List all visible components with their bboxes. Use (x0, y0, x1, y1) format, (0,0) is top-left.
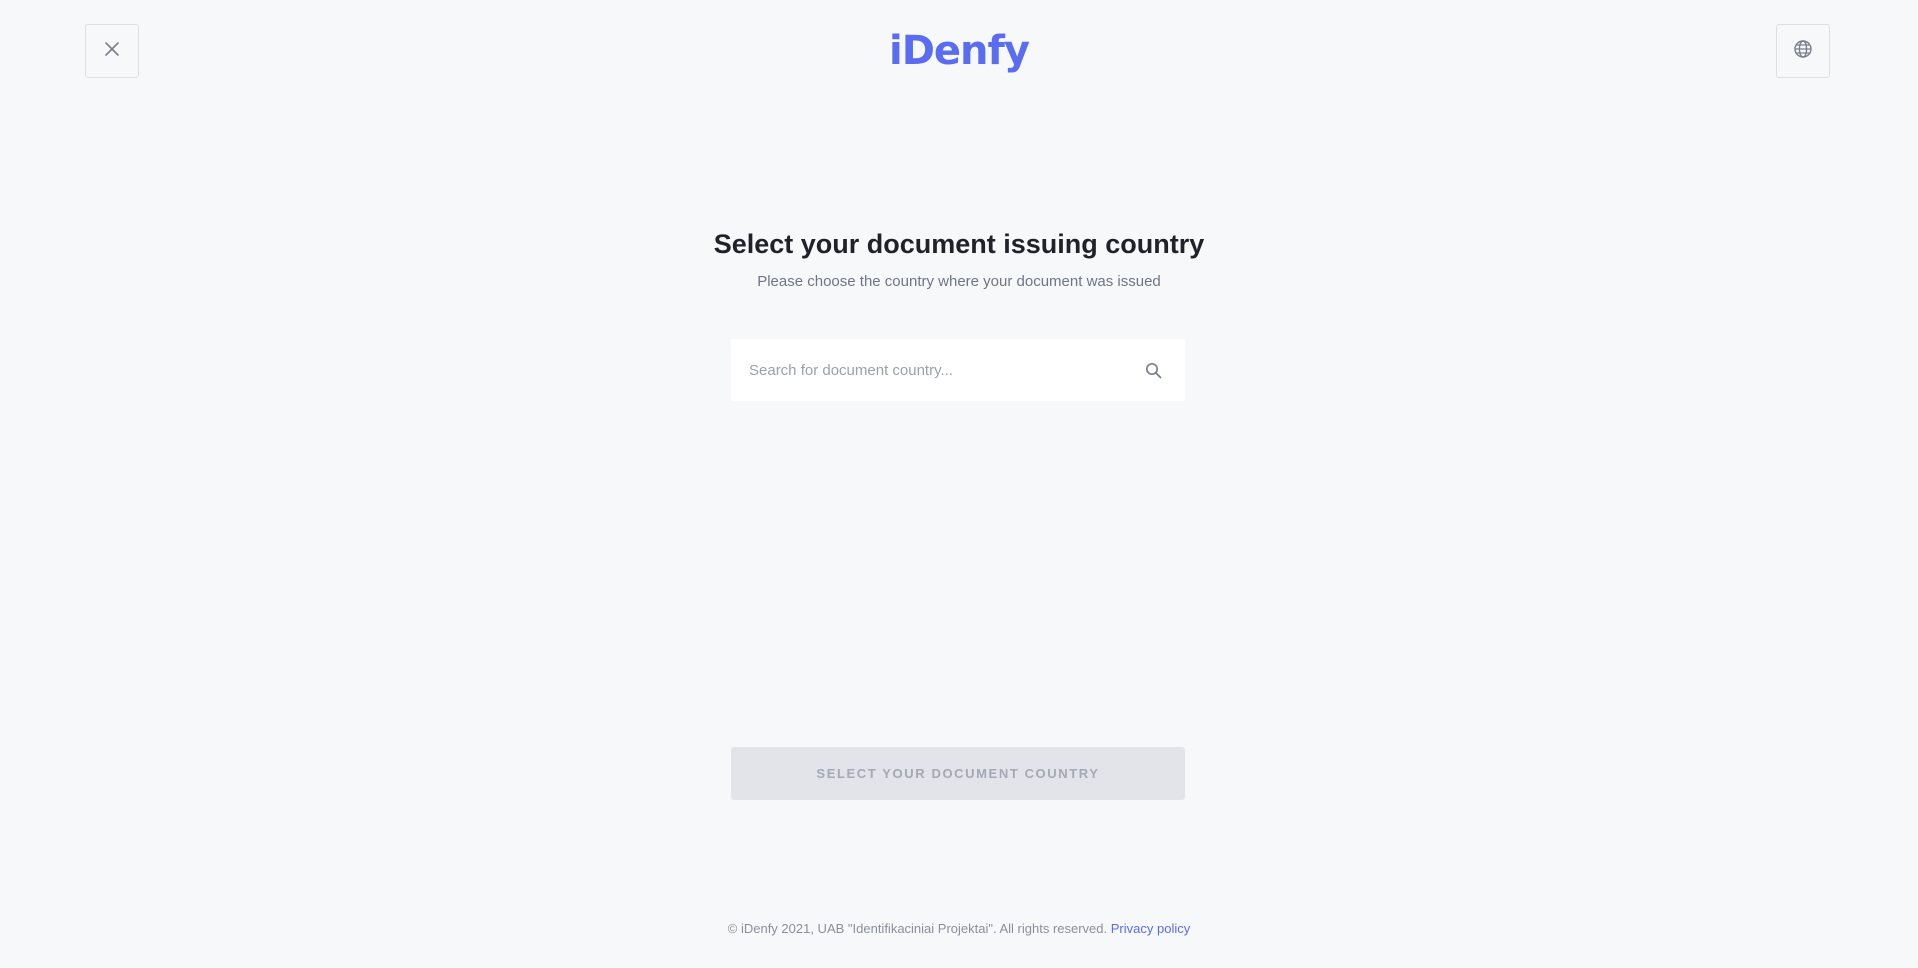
select-country-button[interactable]: SELECT YOUR DOCUMENT COUNTRY (731, 747, 1185, 800)
globe-icon (1793, 39, 1813, 64)
page-subtitle: Please choose the country where your doc… (757, 273, 1161, 290)
privacy-policy-link[interactable]: Privacy policy (1111, 921, 1190, 936)
document-country-page: iDenfy Select your document issuing coun… (0, 0, 1918, 968)
language-button[interactable] (1776, 24, 1830, 78)
page-title: Select your document issuing country (713, 229, 1205, 259)
country-search-input[interactable] (731, 339, 1143, 401)
country-search (731, 339, 1185, 401)
idenfy-logo: iDenfy (889, 28, 1030, 74)
search-icon[interactable] (1143, 360, 1163, 380)
footer-copyright: © iDenfy 2021, UAB "Identifikaciniai Pro… (727, 921, 1108, 936)
footer: © iDenfy 2021, UAB "Identifikaciniai Pro… (0, 921, 1918, 936)
